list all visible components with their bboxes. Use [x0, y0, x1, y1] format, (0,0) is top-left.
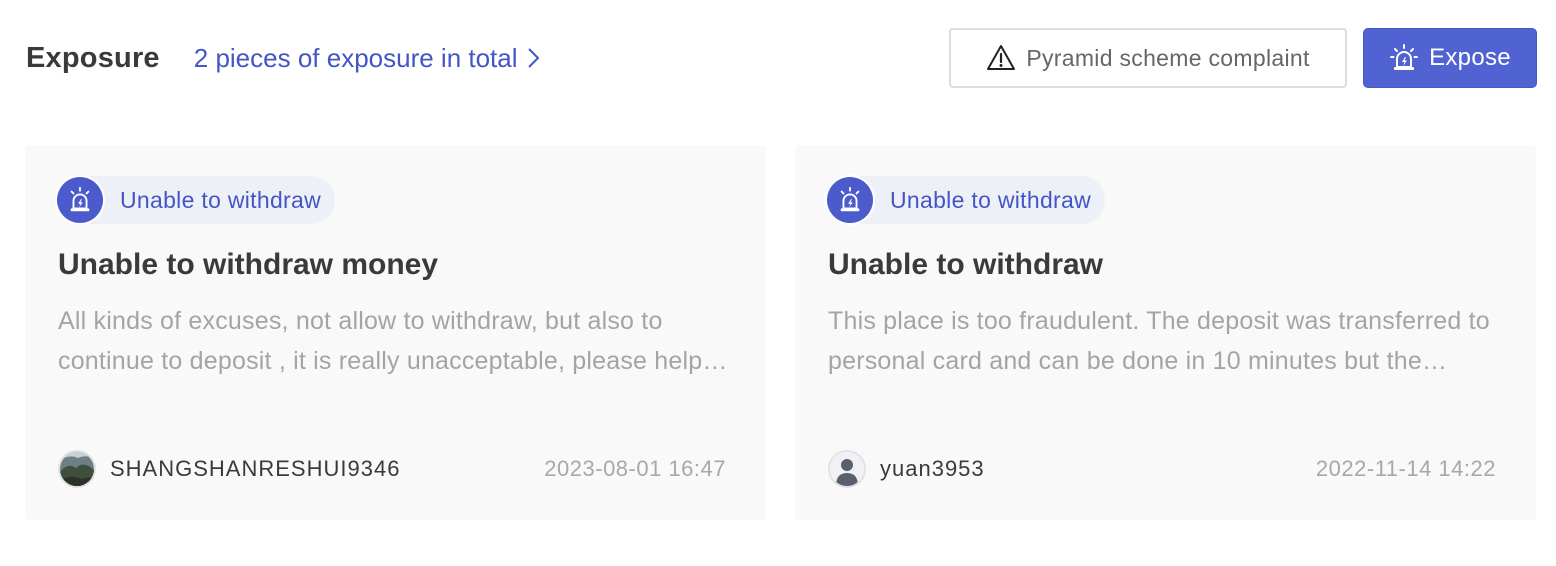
chevron-right-icon: [526, 45, 542, 71]
exposure-card[interactable]: Unable to withdraw Unable to withdraw mo…: [25, 145, 766, 520]
alarm-badge: [825, 175, 875, 225]
card-footer: SHANGSHANRESHUI9346 2023-08-01 16:47: [58, 449, 726, 489]
alarm-siren-icon: [57, 177, 103, 223]
expose-button[interactable]: Expose: [1363, 28, 1537, 88]
user-avatar: [58, 450, 96, 488]
category-tag: Unable to withdraw: [825, 175, 1106, 225]
card-description: All kinds of excuses, not allow to withd…: [58, 307, 703, 375]
exposure-card[interactable]: Unable to withdraw Unable to withdraw Th…: [795, 145, 1536, 520]
post-date: 2022-11-14 14:22: [1315, 456, 1496, 481]
section-title: Exposure: [26, 41, 160, 74]
alarm-badge: [55, 175, 105, 225]
username: SHANGSHANRESHUI9346: [110, 456, 401, 481]
total-exposure-link[interactable]: 2 pieces of exposure in total: [194, 43, 542, 74]
exposure-card-list: Unable to withdraw Unable to withdraw mo…: [25, 145, 1536, 520]
exposure-header: Exposure 2 pieces of exposure in total P…: [26, 28, 1537, 88]
card-footer: yuan3953 2022-11-14 14:22: [828, 449, 1496, 489]
warning-triangle-icon: [986, 43, 1016, 73]
card-title: Unable to withdraw: [828, 248, 1104, 281]
card-title: Unable to withdraw money: [58, 248, 439, 281]
card-description: This place is too fraudulent. The deposi…: [828, 307, 1490, 375]
category-label: Unable to withdraw: [120, 186, 322, 213]
alarm-siren-icon: [1389, 43, 1419, 73]
complaint-label: Pyramid scheme complaint: [1026, 44, 1310, 71]
alarm-siren-icon: [827, 177, 873, 223]
default-user-avatar-icon: [828, 450, 866, 488]
total-exposure-label: 2 pieces of exposure in total: [193, 42, 518, 73]
username: yuan3953: [880, 456, 985, 481]
category-tag: Unable to withdraw: [55, 175, 336, 225]
category-label: Unable to withdraw: [890, 186, 1092, 213]
expose-label: Expose: [1429, 44, 1511, 71]
pyramid-scheme-complaint-button[interactable]: Pyramid scheme complaint: [949, 28, 1347, 88]
post-date: 2023-08-01 16:47: [544, 456, 726, 481]
